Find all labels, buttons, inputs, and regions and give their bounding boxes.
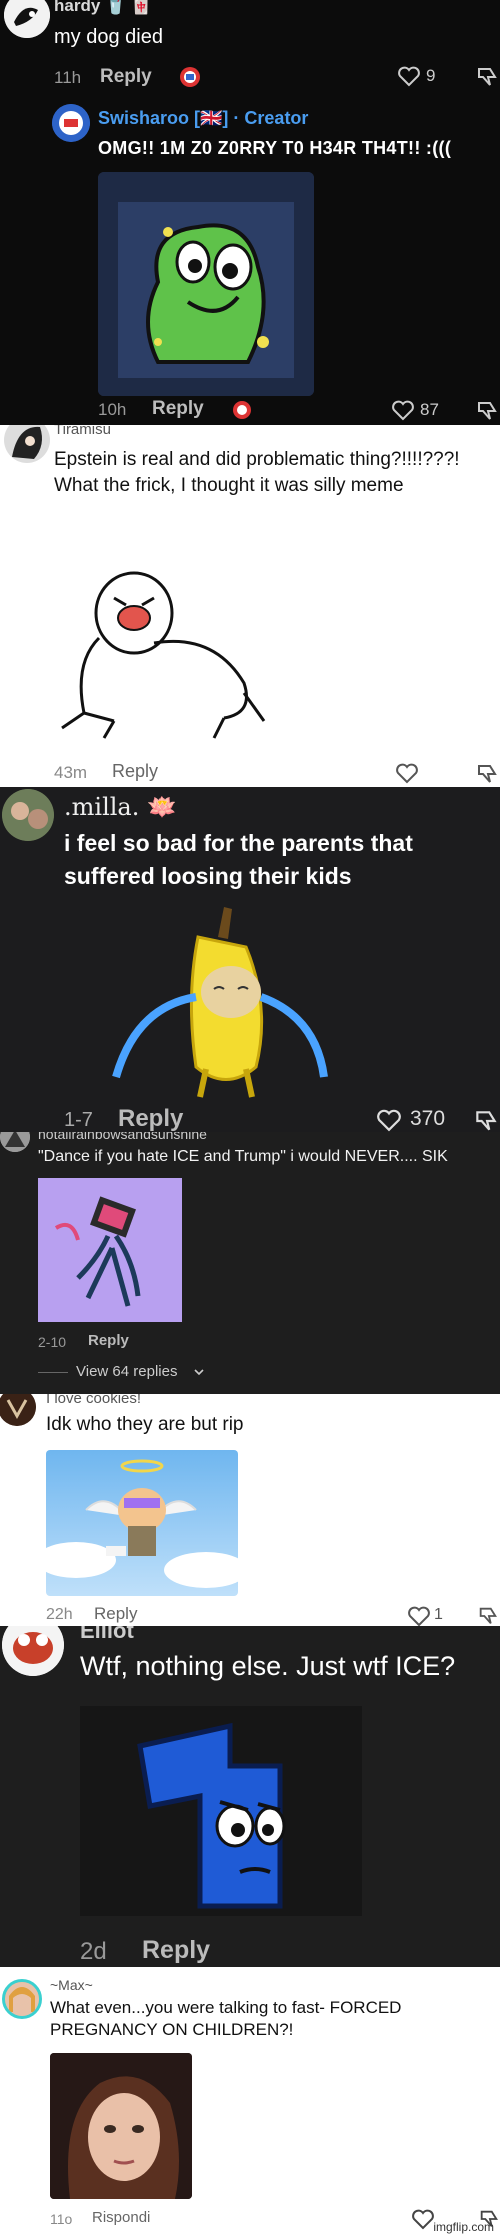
view-replies-divider [38,1372,68,1373]
username[interactable]: hardy 🥤 🀄 [54,0,152,16]
comment-text: my dog died [54,26,163,48]
comment-text: "Dance if you hate ICE and Trump" i woul… [38,1148,448,1165]
comment-sticker [54,543,274,743]
avatar[interactable] [0,1394,36,1426]
comment-text: What even...you were talking to fast- FO… [50,1998,402,2040]
comment-sticker [96,897,346,1107]
comment-panel-6: Elliot Wtf, nothing else. Just wtf ICE? … [0,1626,500,1967]
reply-button[interactable]: Reply [94,1604,137,1624]
dislike-icon[interactable] [472,1107,500,1132]
comment-sticker [80,1706,362,1916]
heart-icon[interactable] [410,2207,436,2231]
comment-panel-7: ~Max~ What even...you were talking to fa… [0,1967,500,2238]
comment-text: i feel so bad for the parents that suffe… [64,830,413,889]
username[interactable]: .milla. 🪷 [64,793,177,821]
creator-reply-sticker [98,172,314,396]
creator-avatar[interactable] [52,104,90,142]
avatar[interactable] [4,425,50,463]
username[interactable]: I love cookies! [46,1394,141,1407]
creator-username[interactable]: Swisharoo [🇬🇧] · Creator [98,108,308,129]
username[interactable]: Tiramisu [54,425,111,438]
dislike-icon[interactable] [474,761,500,787]
avatar[interactable] [2,1979,42,2019]
timestamp: 43m [54,763,88,782]
avatar[interactable] [0,1132,30,1152]
comment-panel-3: .milla. 🪷 i feel so bad for the parents … [0,787,500,1132]
like-count: 1 [434,1606,443,1623]
comment-panel-1: hardy 🥤 🀄 my dog died 11h Reply 9 Swisha… [0,0,500,425]
reply-button[interactable]: Rispondi [92,2209,150,2226]
dislike-icon[interactable] [476,1604,500,1626]
comment-panel-2: Tiramisu Epstein is real and did problem… [0,425,500,787]
username[interactable]: ~Max~ [50,1977,93,1993]
comment-panel-5: I love cookies! Idk who they are but rip… [0,1394,500,1626]
creator-reply-timestamp: 10h [98,400,127,419]
heart-icon[interactable] [390,398,416,422]
heart-icon[interactable] [396,64,422,88]
comment-text: Wtf, nothing else. Just wtf ICE? [80,1651,456,1681]
reply-button[interactable]: Reply [142,1936,210,1965]
comment-sticker [46,1450,238,1596]
avatar[interactable] [4,0,50,38]
timestamp: 1-7 [64,1109,93,1131]
like-count: 87 [420,400,439,419]
like-count: 9 [426,66,436,85]
creator-reply-button[interactable]: Reply [152,398,204,420]
comment-sticker [38,1178,182,1322]
dislike-icon[interactable] [474,64,500,90]
timestamp: 2-10 [38,1334,67,1350]
creator-like-icon [176,64,204,90]
chevron-down-icon [192,1365,206,1379]
view-replies-button[interactable]: View 64 replies [76,1363,177,1380]
creator-like-icon [228,398,256,422]
avatar[interactable] [2,789,54,841]
comment-text: Epstein is real and did problematic thin… [54,449,460,497]
heart-icon[interactable] [394,761,420,785]
reply-button[interactable]: Reply [112,761,158,782]
timestamp: 11h [54,68,82,87]
comment-text: Idk who they are but rip [46,1414,244,1435]
avatar[interactable] [2,1626,64,1676]
heart-icon[interactable] [374,1107,404,1132]
username[interactable]: notallrainbowsandsunshine [38,1132,207,1142]
comment-sticker [50,2053,192,2199]
like-count: 370 [410,1107,446,1130]
dislike-icon[interactable] [474,398,500,424]
reply-button[interactable]: Reply [88,1332,129,1349]
timestamp: 11o [50,2211,73,2227]
timestamp: 2d [80,1938,107,1965]
reply-button[interactable]: Reply [118,1105,183,1132]
imgflip-watermark: imgflip.com [433,2220,494,2234]
timestamp: 22h [46,1606,73,1623]
username[interactable]: Elliot [80,1626,134,1644]
heart-icon[interactable] [406,1604,432,1626]
comment-panel-4: notallrainbowsandsunshine "Dance if you … [0,1132,500,1394]
reply-button[interactable]: Reply [100,66,152,88]
creator-reply-text: OMG!! 1M Z0 Z0RRY T0 H34R TH4T!! :((( [98,138,452,158]
